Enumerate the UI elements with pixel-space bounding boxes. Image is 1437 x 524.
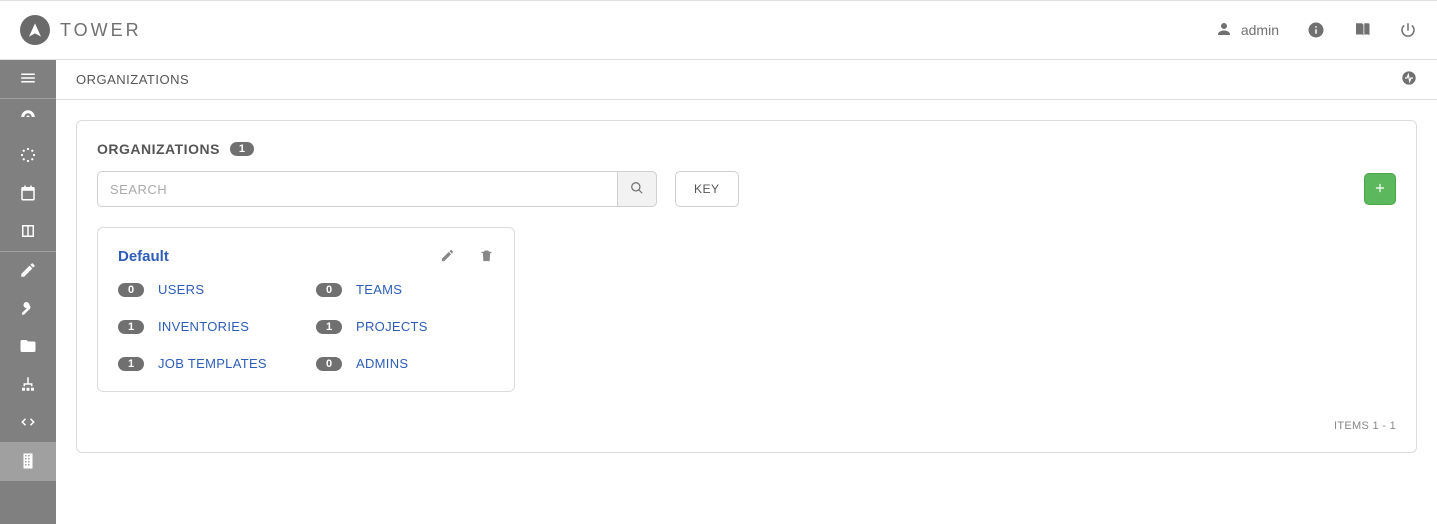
- stat-link-users[interactable]: USERS: [158, 282, 204, 297]
- breadcrumb-bar: ORGANIZATIONS: [56, 60, 1437, 100]
- panel-header: ORGANIZATIONS 1: [97, 141, 1396, 157]
- toolbar: KEY: [97, 171, 1396, 207]
- trash-icon: [479, 250, 494, 266]
- info-icon[interactable]: [1307, 21, 1325, 39]
- key-icon: [19, 299, 37, 320]
- items-range: ITEMS 1 - 1: [1334, 420, 1396, 432]
- sitemap-icon: [19, 375, 37, 396]
- stat-users: 0 USERS: [118, 282, 296, 297]
- code-icon: [19, 413, 37, 434]
- stat-link-admins[interactable]: ADMINS: [356, 356, 408, 371]
- building-icon: [19, 452, 37, 473]
- search-input[interactable]: [97, 171, 617, 207]
- panel-footer: ITEMS 1 - 1: [97, 420, 1396, 432]
- stat-count: 1: [118, 320, 144, 334]
- breadcrumb-title: ORGANIZATIONS: [76, 72, 189, 87]
- dashboard-icon: [19, 108, 37, 129]
- sidebar-item-jobs[interactable]: [0, 137, 56, 175]
- main: ORGANIZATIONS ORGANIZATIONS 1: [56, 60, 1437, 524]
- search-icon: [630, 181, 644, 198]
- sidebar-item-inventories[interactable]: [0, 366, 56, 404]
- stat-link-teams[interactable]: TEAMS: [356, 282, 402, 297]
- sidebar-item-organizations[interactable]: [0, 443, 56, 481]
- header-right: admin: [1215, 20, 1417, 41]
- pencil-icon: [440, 250, 455, 266]
- stat-teams: 0 TEAMS: [316, 282, 494, 297]
- delete-organization-button[interactable]: [479, 248, 494, 266]
- columns-icon: [19, 222, 37, 243]
- sidebar-item-credentials[interactable]: [0, 290, 56, 328]
- organizations-panel: ORGANIZATIONS 1 KEY: [76, 120, 1417, 453]
- username: admin: [1241, 22, 1279, 38]
- stat-link-projects[interactable]: PROJECTS: [356, 319, 428, 334]
- stat-inventories: 1 INVENTORIES: [118, 319, 296, 334]
- search-group: [97, 171, 657, 207]
- organization-name-link[interactable]: Default: [118, 248, 440, 265]
- sidebar-item-portal[interactable]: [0, 213, 56, 251]
- brand-logo-icon: [20, 15, 50, 45]
- stat-admins: 0 ADMINS: [316, 356, 494, 371]
- plus-icon: [1373, 181, 1387, 198]
- key-button[interactable]: KEY: [675, 171, 739, 207]
- menu-icon: [19, 69, 37, 90]
- sidebar-item-templates[interactable]: [0, 252, 56, 290]
- folder-icon: [19, 337, 37, 358]
- sidebar-item-dashboard[interactable]: [0, 99, 56, 137]
- sidebar-item-projects[interactable]: [0, 328, 56, 366]
- stat-count: 1: [118, 357, 144, 371]
- edit-icon: [19, 261, 37, 282]
- stat-projects: 1 PROJECTS: [316, 319, 494, 334]
- brand-name: TOWER: [60, 20, 142, 41]
- app-header: TOWER admin: [0, 1, 1437, 60]
- user-icon: [1215, 20, 1233, 41]
- spinner-icon: [19, 146, 37, 167]
- sidebar: [0, 60, 56, 524]
- panel-title: ORGANIZATIONS: [97, 141, 220, 157]
- power-icon[interactable]: [1399, 21, 1417, 39]
- user-menu[interactable]: admin: [1215, 20, 1279, 41]
- edit-organization-button[interactable]: [440, 248, 455, 266]
- docs-icon[interactable]: [1353, 21, 1371, 39]
- sidebar-toggle[interactable]: [0, 60, 56, 98]
- stat-count: 0: [316, 357, 342, 371]
- stat-count: 0: [118, 283, 144, 297]
- organization-card: Default: [97, 227, 515, 392]
- sidebar-item-inventory-scripts[interactable]: [0, 404, 56, 442]
- add-button[interactable]: [1364, 173, 1396, 205]
- stat-link-inventories[interactable]: INVENTORIES: [158, 319, 249, 334]
- activity-stream-icon[interactable]: [1401, 70, 1417, 89]
- calendar-icon: [19, 184, 37, 205]
- stat-count: 0: [316, 283, 342, 297]
- panel-count-badge: 1: [230, 142, 254, 156]
- brand[interactable]: TOWER: [20, 15, 142, 45]
- stat-count: 1: [316, 320, 342, 334]
- stat-link-job-templates[interactable]: JOB TEMPLATES: [158, 356, 267, 371]
- stat-job-templates: 1 JOB TEMPLATES: [118, 356, 296, 371]
- sidebar-item-schedules[interactable]: [0, 175, 56, 213]
- search-button[interactable]: [617, 171, 657, 207]
